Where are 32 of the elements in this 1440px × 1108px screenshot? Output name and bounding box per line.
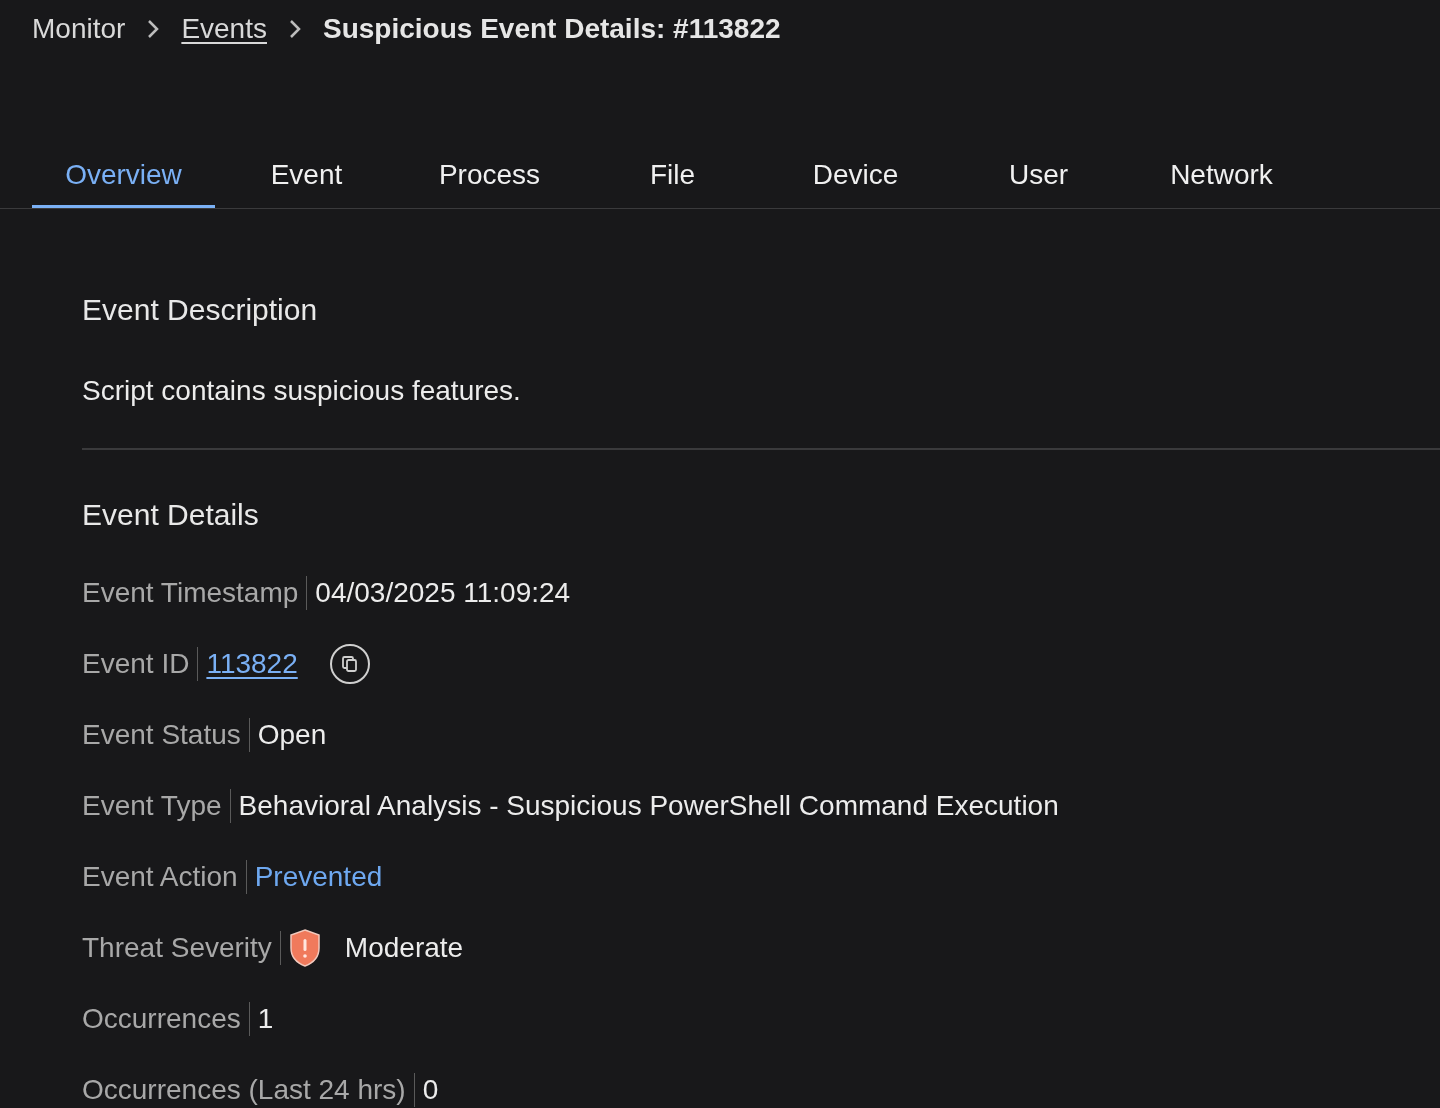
event-id-link[interactable]: 113822 — [206, 642, 298, 685]
field-label: Occurrences (Last 24 hrs) — [82, 1072, 415, 1107]
tab[interactable]: File — [581, 144, 764, 208]
tab[interactable]: Network — [1130, 144, 1313, 208]
description-text: Script contains suspicious features. — [82, 374, 522, 408]
copy-icon — [340, 654, 359, 673]
tab[interactable]: User — [947, 144, 1130, 208]
tab[interactable]: Device — [764, 144, 947, 208]
field-value: Prevented — [254, 859, 383, 894]
tab[interactable]: Process — [398, 144, 581, 208]
section-title: Event Description — [82, 292, 319, 328]
section-title: Event Details — [82, 497, 260, 533]
field-label: Event Type — [82, 788, 231, 823]
field-label: Event Timestamp — [82, 575, 308, 610]
tab[interactable]: Overview — [32, 144, 215, 208]
field-label: Threat Severity — [82, 930, 281, 965]
field-value: Open — [257, 717, 327, 752]
shield-alert-icon — [288, 928, 321, 967]
field-value: Behavioral Analysis - Suspicious PowerShell Command Execution — [238, 788, 1059, 823]
field-value: 1 — [257, 1001, 274, 1036]
breadcrumb-link[interactable]: Events — [181, 8, 267, 50]
field-value: Moderate — [344, 930, 464, 965]
field-label: Event ID — [82, 646, 199, 681]
field-value: 0 — [422, 1072, 439, 1107]
page-title: Suspicious Event Details: #113822 — [323, 12, 781, 46]
copy-button[interactable] — [329, 643, 370, 684]
field-value: 04/03/2025 11:09:24 — [315, 575, 571, 610]
tab[interactable]: Event — [215, 144, 398, 208]
field-label: Event Action — [82, 859, 247, 894]
field-label: Event Status — [82, 717, 250, 752]
breadcrumb-item[interactable]: Monitor — [32, 8, 126, 50]
field-label: Occurrences — [82, 1001, 250, 1036]
